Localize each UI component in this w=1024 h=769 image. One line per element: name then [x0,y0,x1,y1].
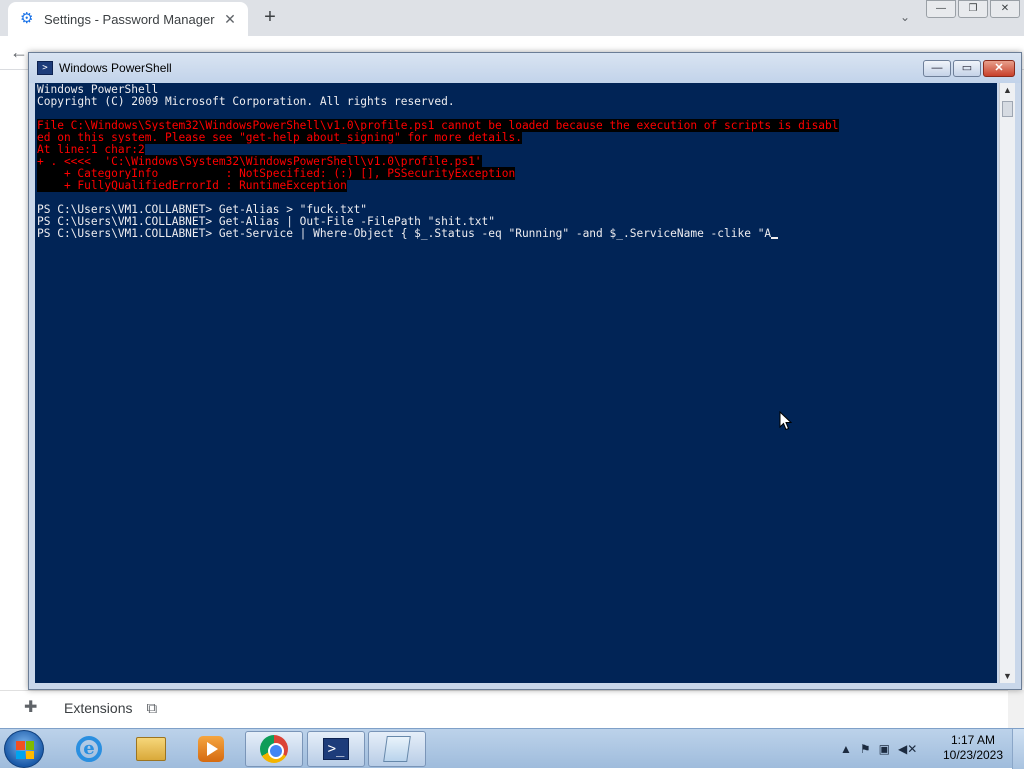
console-text: Copyright (C) 2009 Microsoft Corporation… [37,95,455,108]
text-cursor [771,237,779,239]
gear-icon: ⚙ [20,10,34,27]
internet-explorer-icon: e [76,736,102,762]
windows-logo-icon [16,741,34,759]
browser-scrollbar[interactable] [1008,690,1024,728]
browser-window-controls: — ❐ ✕ [924,0,1020,18]
powershell-icon: >_ [323,738,349,760]
clock-time: 1:17 AM [950,733,996,747]
scroll-down-icon[interactable]: ▼ [1003,671,1012,681]
taskbar-internet-explorer[interactable]: e [60,731,118,767]
browser-tab-strip: ⚙ Settings - Password Manager ✕ + ⌄ — ❐ … [0,0,1024,36]
notepad-icon [383,736,411,762]
action-center-flag-icon[interactable]: ⚑ [860,742,871,756]
taskbar-media-player[interactable] [182,731,240,767]
console-scrollbar[interactable]: ▲ ▼ [999,83,1015,683]
tab-settings[interactable]: ⚙ Settings - Password Manager ✕ [8,2,248,36]
minimize-button[interactable]: — [923,60,951,77]
puzzle-icon: ✚ [24,699,38,716]
show-hidden-icons-button[interactable]: ▲ [840,742,852,756]
console-line: ed on this system. Please see "get-help … [37,131,995,144]
taskbar-powershell[interactable]: >_ [307,731,365,767]
tab-title: Settings - Password Manager [44,11,215,27]
minimize-button[interactable]: — [926,0,956,18]
scroll-up-icon[interactable]: ▲ [1003,85,1012,95]
mouse-pointer-icon [779,411,793,431]
scrollbar-thumb[interactable] [1002,101,1013,117]
console-output[interactable]: Windows PowerShell Copyright (C) 2009 Mic… [35,83,997,683]
clock-date: 10/23/2023 [942,748,1004,762]
open-in-new-icon: ⧉ [146,699,158,717]
console-line: PS C:\Users\VM1.COLLABNET> Get-Service |… [37,228,995,240]
console-text: PS C:\Users\VM1.COLLABNET> Get-Service |… [37,227,772,240]
taskbar-windows-explorer[interactable] [122,731,180,767]
network-icon[interactable]: ▣ [879,742,890,756]
volume-muted-icon[interactable]: ◀✕ [898,742,917,756]
settings-sidebar-footer: ✚ Extensions ⧉ [0,690,1024,728]
powershell-window: > Windows PowerShell — ▭ ✕ Windows Power… [28,52,1022,690]
console-error-text: + FullyQualifiedErrorId : RuntimeExcepti… [37,179,347,192]
tab-search-button[interactable]: ⌄ [896,8,914,26]
system-clock[interactable]: 1:17 AM 10/23/2023 [938,733,1008,763]
extensions-label: Extensions [64,700,133,716]
window-title: Windows PowerShell [59,61,172,75]
folder-icon [136,737,166,761]
back-arrow-icon[interactable]: ← [10,42,28,63]
system-tray: ▲ ⚑ ▣ ◀✕ [840,729,925,769]
powershell-titlebar[interactable]: > Windows PowerShell — ▭ ✕ [29,53,1021,83]
chrome-icon [260,735,288,763]
close-tab-button[interactable]: ✕ [220,9,240,29]
sidebar-item-extensions[interactable]: ✚ Extensions ⧉ [24,699,157,717]
start-button[interactable] [4,730,44,768]
restore-button[interactable]: ❐ [958,0,988,18]
powershell-window-controls: — ▭ ✕ [921,60,1015,77]
media-player-icon [198,736,224,762]
taskbar-google-chrome[interactable] [245,731,303,767]
taskbar: e >_ ▲ ⚑ ▣ ◀✕ 1:17 AM 10/23/2023 [0,728,1024,769]
close-button[interactable]: ✕ [990,0,1020,18]
powershell-icon: > [37,61,53,75]
new-tab-button[interactable]: + [258,6,282,30]
show-desktop-button[interactable] [1012,729,1024,769]
console-line: Copyright (C) 2009 Microsoft Corporation… [37,96,995,108]
settings-sidebar [0,70,30,690]
console-line: + FullyQualifiedErrorId : RuntimeExcepti… [37,179,995,192]
taskbar-notepad[interactable] [368,731,426,767]
close-button[interactable]: ✕ [983,60,1015,77]
maximize-button[interactable]: ▭ [953,60,981,77]
